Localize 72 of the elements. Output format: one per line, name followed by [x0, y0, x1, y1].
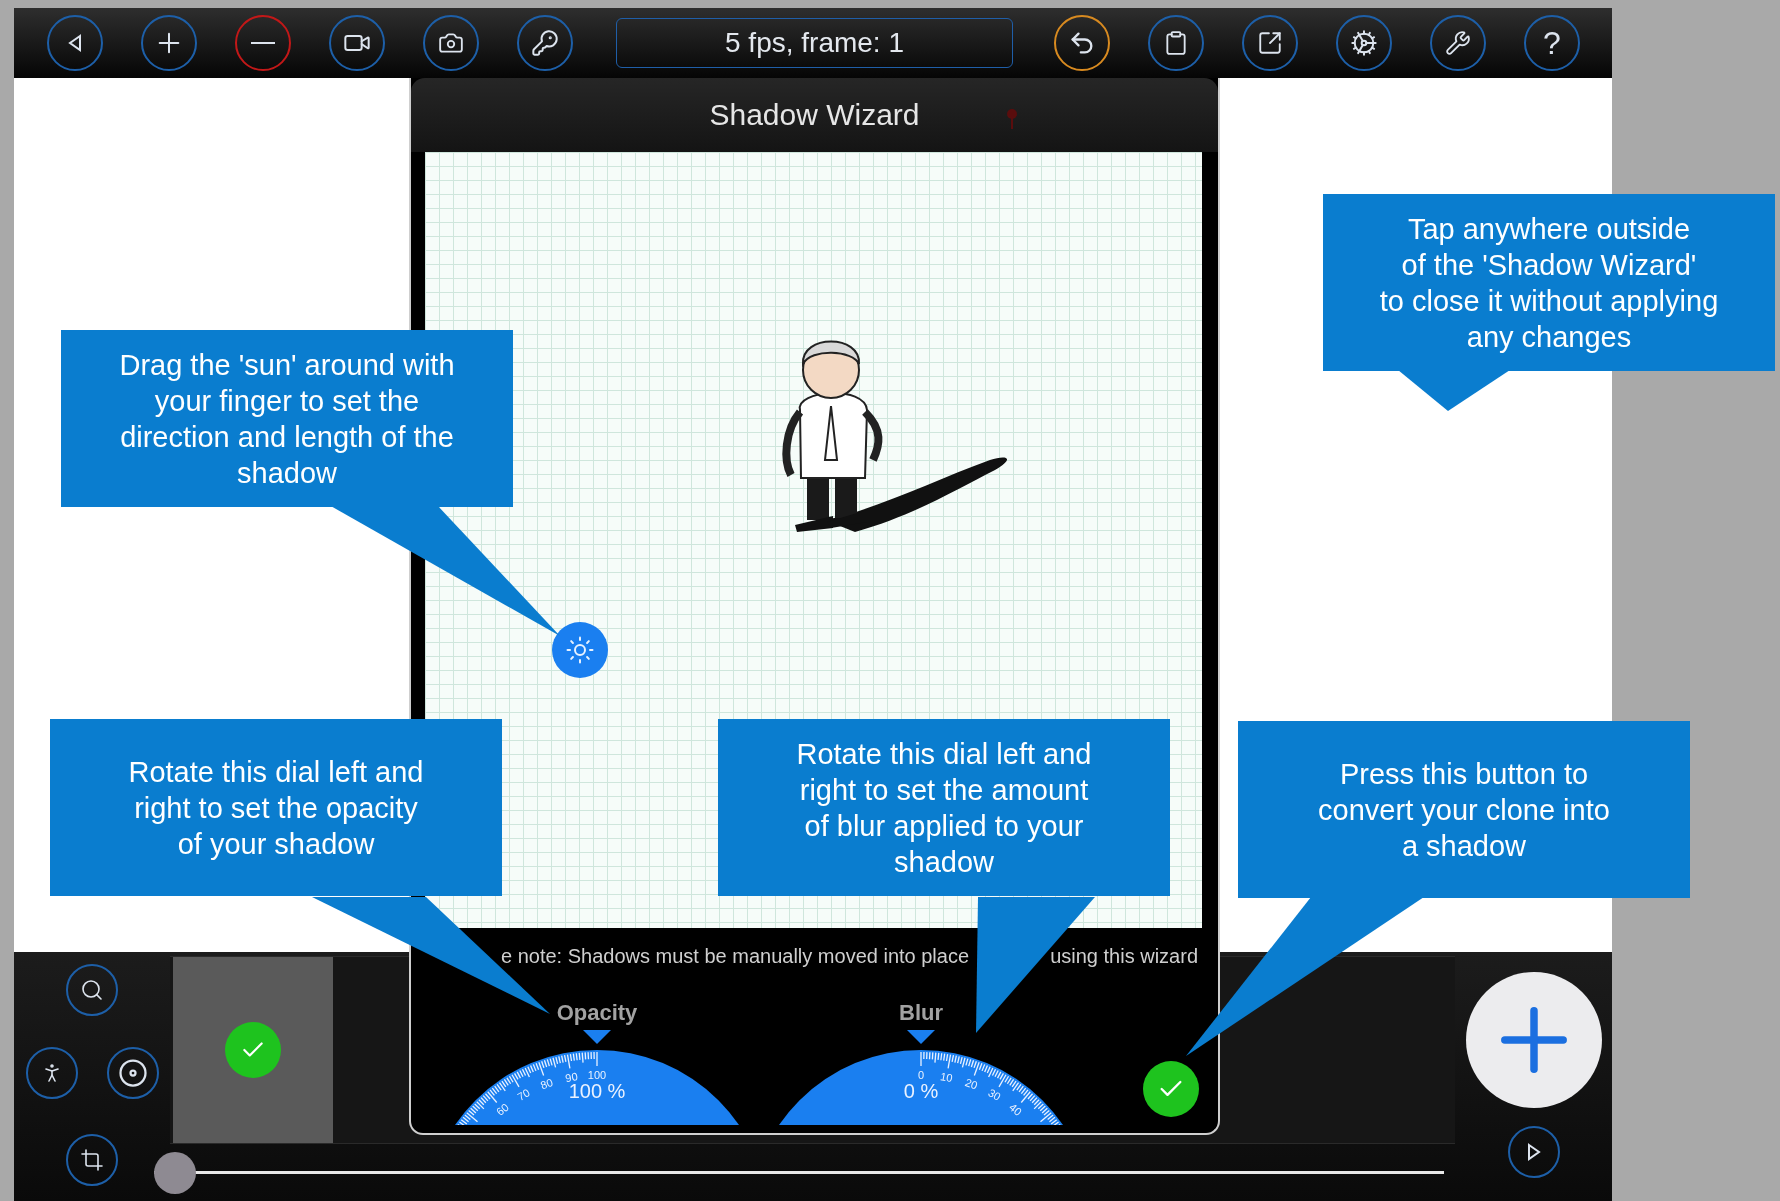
dial-tick-label: 10 — [939, 1070, 954, 1085]
external-link-icon — [1257, 30, 1283, 56]
dial-label: Opacity — [556, 1000, 638, 1026]
callout-text: right to set the opacity — [134, 790, 418, 826]
dial-tick-label: 70 — [515, 1086, 532, 1103]
callout-text: right to set the amount — [799, 772, 1089, 808]
dial-tick-label: 80 — [538, 1076, 555, 1092]
key-button[interactable] — [517, 15, 573, 71]
crop-icon — [80, 1147, 104, 1172]
callout-text: convert your clone into — [1318, 792, 1610, 828]
dial-tick-label: 40 — [1007, 1100, 1025, 1118]
add-button[interactable] — [141, 15, 197, 71]
callout-text: Drag the 'sun' around with — [119, 347, 455, 383]
help-button[interactable]: ? — [1524, 15, 1580, 71]
play-button[interactable] — [1507, 1126, 1560, 1178]
callout-text: Rotate this dial left and — [796, 736, 1092, 772]
minus-icon — [251, 42, 275, 44]
dial-tick-label: 20 — [963, 1076, 980, 1092]
note-text: e note: Shadows must be manually moved into place — [501, 945, 970, 968]
callout-text: direction and length of the — [120, 419, 454, 455]
callout-text: shadow — [894, 844, 994, 880]
callout-text: your finger to set the — [154, 383, 420, 419]
sun-handle[interactable] — [552, 622, 608, 678]
settings-button[interactable] — [1336, 15, 1392, 71]
back-button[interactable] — [47, 15, 103, 71]
callout-text: Tap anywhere outside — [1407, 211, 1691, 247]
frame-info-field: 5 fps, frame: 1 — [616, 18, 1013, 68]
camera-button[interactable] — [423, 15, 479, 71]
dial-label: Blur — [899, 1000, 943, 1026]
dial-pointer — [583, 1030, 611, 1044]
dial-tick-label: 60 — [493, 1100, 511, 1118]
callout-text: any changes — [1466, 319, 1632, 355]
knob-icon — [117, 1058, 148, 1088]
crop-button[interactable] — [66, 1133, 118, 1186]
note-text: using this wizard — [1050, 945, 1198, 968]
frame-thumbnail[interactable] — [173, 957, 333, 1143]
search-button[interactable] — [66, 964, 118, 1016]
camera-icon — [438, 30, 464, 56]
settings-icon — [1350, 29, 1378, 57]
search-icon — [80, 978, 104, 1002]
export-button[interactable] — [1242, 15, 1298, 71]
dial-button[interactable] — [106, 1047, 159, 1099]
callout-text: to close it without applying — [1379, 283, 1719, 319]
undo-button[interactable] — [1054, 15, 1110, 71]
callout-text: Rotate this dial left and — [128, 754, 424, 790]
triangle-left-icon — [67, 34, 83, 52]
dial-tick-label: 0 — [917, 1068, 925, 1081]
dial-tick-label: 30 — [986, 1086, 1003, 1103]
callout-text: a shadow — [1401, 828, 1527, 864]
video-button[interactable] — [329, 15, 385, 71]
sun-icon — [565, 635, 595, 665]
dial-tick-label: 90 — [564, 1070, 579, 1085]
callout-text: of your shadow — [177, 826, 375, 862]
apply-button[interactable] — [1143, 1061, 1199, 1117]
callout-text: Press this button to — [1339, 756, 1589, 792]
play-icon — [1525, 1143, 1542, 1161]
wrench-icon — [1445, 30, 1471, 56]
dialog-title: Shadow Wizard — [709, 98, 920, 132]
dial-reading: 0 % — [903, 1080, 939, 1102]
wrench-button[interactable] — [1430, 15, 1486, 71]
dial-pointer — [907, 1030, 935, 1044]
callout-text: shadow — [237, 455, 337, 491]
pin-icon — [1006, 108, 1018, 130]
clipboard-icon — [1163, 30, 1189, 56]
figure-button[interactable] — [25, 1047, 78, 1099]
remove-button[interactable] — [235, 15, 291, 71]
slider-thumb[interactable] — [154, 1151, 196, 1194]
clipboard-button[interactable] — [1148, 15, 1204, 71]
callout-text: of the 'Shadow Wizard' — [1401, 247, 1697, 283]
key-icon — [531, 29, 559, 57]
callout-text: of blur applied to your — [804, 808, 1084, 844]
dial-tick-label: 100 — [587, 1068, 607, 1081]
